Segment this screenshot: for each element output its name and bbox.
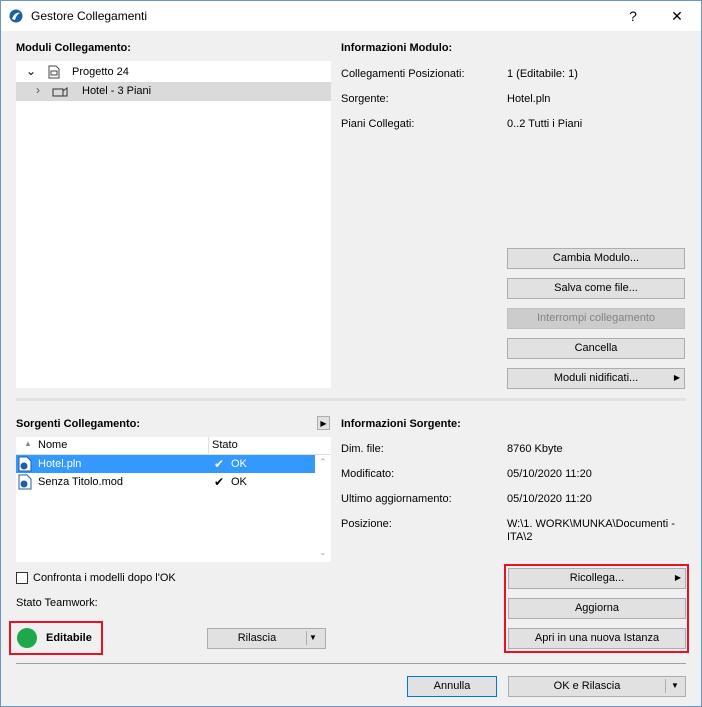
source-info-label: Informazioni Sorgente: [341, 418, 461, 430]
open-new-instance-button[interactable]: Apri in una nuova Istanza [508, 628, 686, 649]
source-name-untitled[interactable]: Senza Titolo.mod [38, 476, 123, 488]
source-info-value-location-2: ITA\2 [507, 531, 533, 543]
link-manager-dialog: Gestore Collegamenti ? ✕ Moduli Collegam… [0, 0, 702, 707]
tree-item-project[interactable]: Progetto 24 [72, 66, 129, 78]
sources-scrollbar[interactable]: ⌃ ⌄ [316, 455, 331, 562]
update-button[interactable]: Aggiorna [508, 598, 686, 619]
source-status-hotel: OK [231, 458, 247, 470]
column-status-header[interactable]: Stato [212, 439, 238, 451]
editable-status-icon [17, 628, 37, 648]
ok-check-icon: ✔ [214, 475, 225, 489]
save-as-file-button[interactable]: Salva come file... [507, 278, 685, 299]
section-divider [16, 398, 686, 401]
pln-file-icon [18, 456, 32, 472]
module-info-value-placed: 1 (Editabile: 1) [507, 68, 578, 80]
module-info-key-source: Sorgente: [341, 93, 389, 105]
expand-sources-button[interactable]: ▶ [317, 416, 330, 430]
compare-models-label[interactable]: Confronta i modelli dopo l'OK [33, 572, 176, 584]
cancel-button[interactable]: Annulla [407, 676, 497, 697]
module-info-key-stories: Piani Collegati: [341, 118, 415, 130]
modules-tree[interactable]: ⌄ Progetto 24 › Hotel - 3 Piani [16, 61, 331, 388]
module-icon [52, 87, 68, 97]
source-info-key-modified: Modificato: [341, 468, 395, 480]
scroll-down-icon[interactable]: ⌄ [319, 547, 327, 558]
nested-modules-label: Moduli nidificati... [553, 372, 639, 384]
title-bar: Gestore Collegamenti ? ✕ [1, 1, 701, 31]
expand-arrow-icon: ▶ [320, 419, 327, 428]
ok-release-button[interactable]: OK e Rilascia ▼ [508, 676, 686, 697]
ok-release-label: OK e Rilascia [553, 680, 621, 692]
module-info-key-placed: Collegamenti Posizionati: [341, 68, 465, 80]
module-info-value-source: Hotel.pln [507, 93, 551, 105]
dropdown-arrow-icon[interactable]: ▼ [671, 677, 679, 695]
column-name-header[interactable]: Nome [38, 439, 67, 451]
break-link-button[interactable]: Interrompi collegamento [507, 308, 685, 329]
tree-item-module[interactable]: Hotel - 3 Piani [82, 85, 151, 97]
submenu-arrow-icon: ▶ [673, 373, 680, 382]
source-name-hotel[interactable]: Hotel.pln [38, 458, 81, 470]
change-module-button[interactable]: Cambia Modulo... [507, 248, 685, 269]
delete-button[interactable]: Cancella [507, 338, 685, 359]
module-info-label: Informazioni Modulo: [341, 42, 453, 54]
source-info-value-modified: 05/10/2020 11:20 [507, 468, 592, 480]
source-info-key-size: Dim. file: [341, 443, 384, 455]
compare-models-checkbox[interactable] [16, 572, 28, 584]
window-title: Gestore Collegamenti [31, 9, 148, 23]
source-info-key-updated: Ultimo aggiornamento: [341, 493, 452, 505]
module-info-value-stories: 0..2 Tutti i Piani [507, 118, 583, 130]
scroll-up-icon[interactable]: ⌃ [319, 457, 327, 468]
footer-divider [16, 663, 686, 664]
relink-label: Ricollega... [569, 572, 625, 584]
archicad-logo-icon [9, 9, 23, 23]
split-separator [665, 679, 666, 693]
source-info-value-location-1: W:\1. WORK\MUNKA\Documenti - [507, 518, 675, 530]
teamwork-status-label: Stato Teamwork: [16, 597, 98, 609]
nested-modules-button[interactable]: Moduli nidificati... ▶ [507, 368, 685, 389]
sort-ascending-icon: ▲ [24, 439, 32, 448]
sources-list[interactable]: ▲ Nome Stato Hotel.pln ✔ OK Senza Titolo… [16, 437, 331, 562]
project-file-icon [48, 65, 60, 79]
mod-file-icon [18, 474, 32, 490]
modules-section-label: Moduli Collegamento: [16, 42, 131, 54]
help-button[interactable]: ? [613, 1, 653, 31]
tree-expand-icon[interactable]: ⌄ [26, 64, 36, 78]
submenu-arrow-icon: ▶ [674, 573, 681, 582]
column-divider[interactable] [208, 437, 209, 454]
source-info-value-size: 8760 Kbyte [507, 443, 563, 455]
teamwork-status-value: Editabile [46, 632, 92, 644]
tree-collapse-icon[interactable]: › [36, 83, 40, 97]
dropdown-arrow-icon[interactable]: ▼ [309, 629, 317, 647]
ok-check-icon: ✔ [214, 457, 225, 471]
source-info-value-updated: 05/10/2020 11:20 [507, 493, 592, 505]
split-separator [306, 631, 307, 645]
release-button[interactable]: Rilascia ▼ [207, 628, 326, 649]
close-button[interactable]: ✕ [657, 1, 697, 31]
relink-button[interactable]: Ricollega... ▶ [508, 568, 686, 589]
source-info-key-location: Posizione: [341, 518, 392, 530]
sources-section-label: Sorgenti Collegamento: [16, 418, 141, 430]
source-status-untitled: OK [231, 476, 247, 488]
release-label: Rilascia [237, 632, 277, 644]
